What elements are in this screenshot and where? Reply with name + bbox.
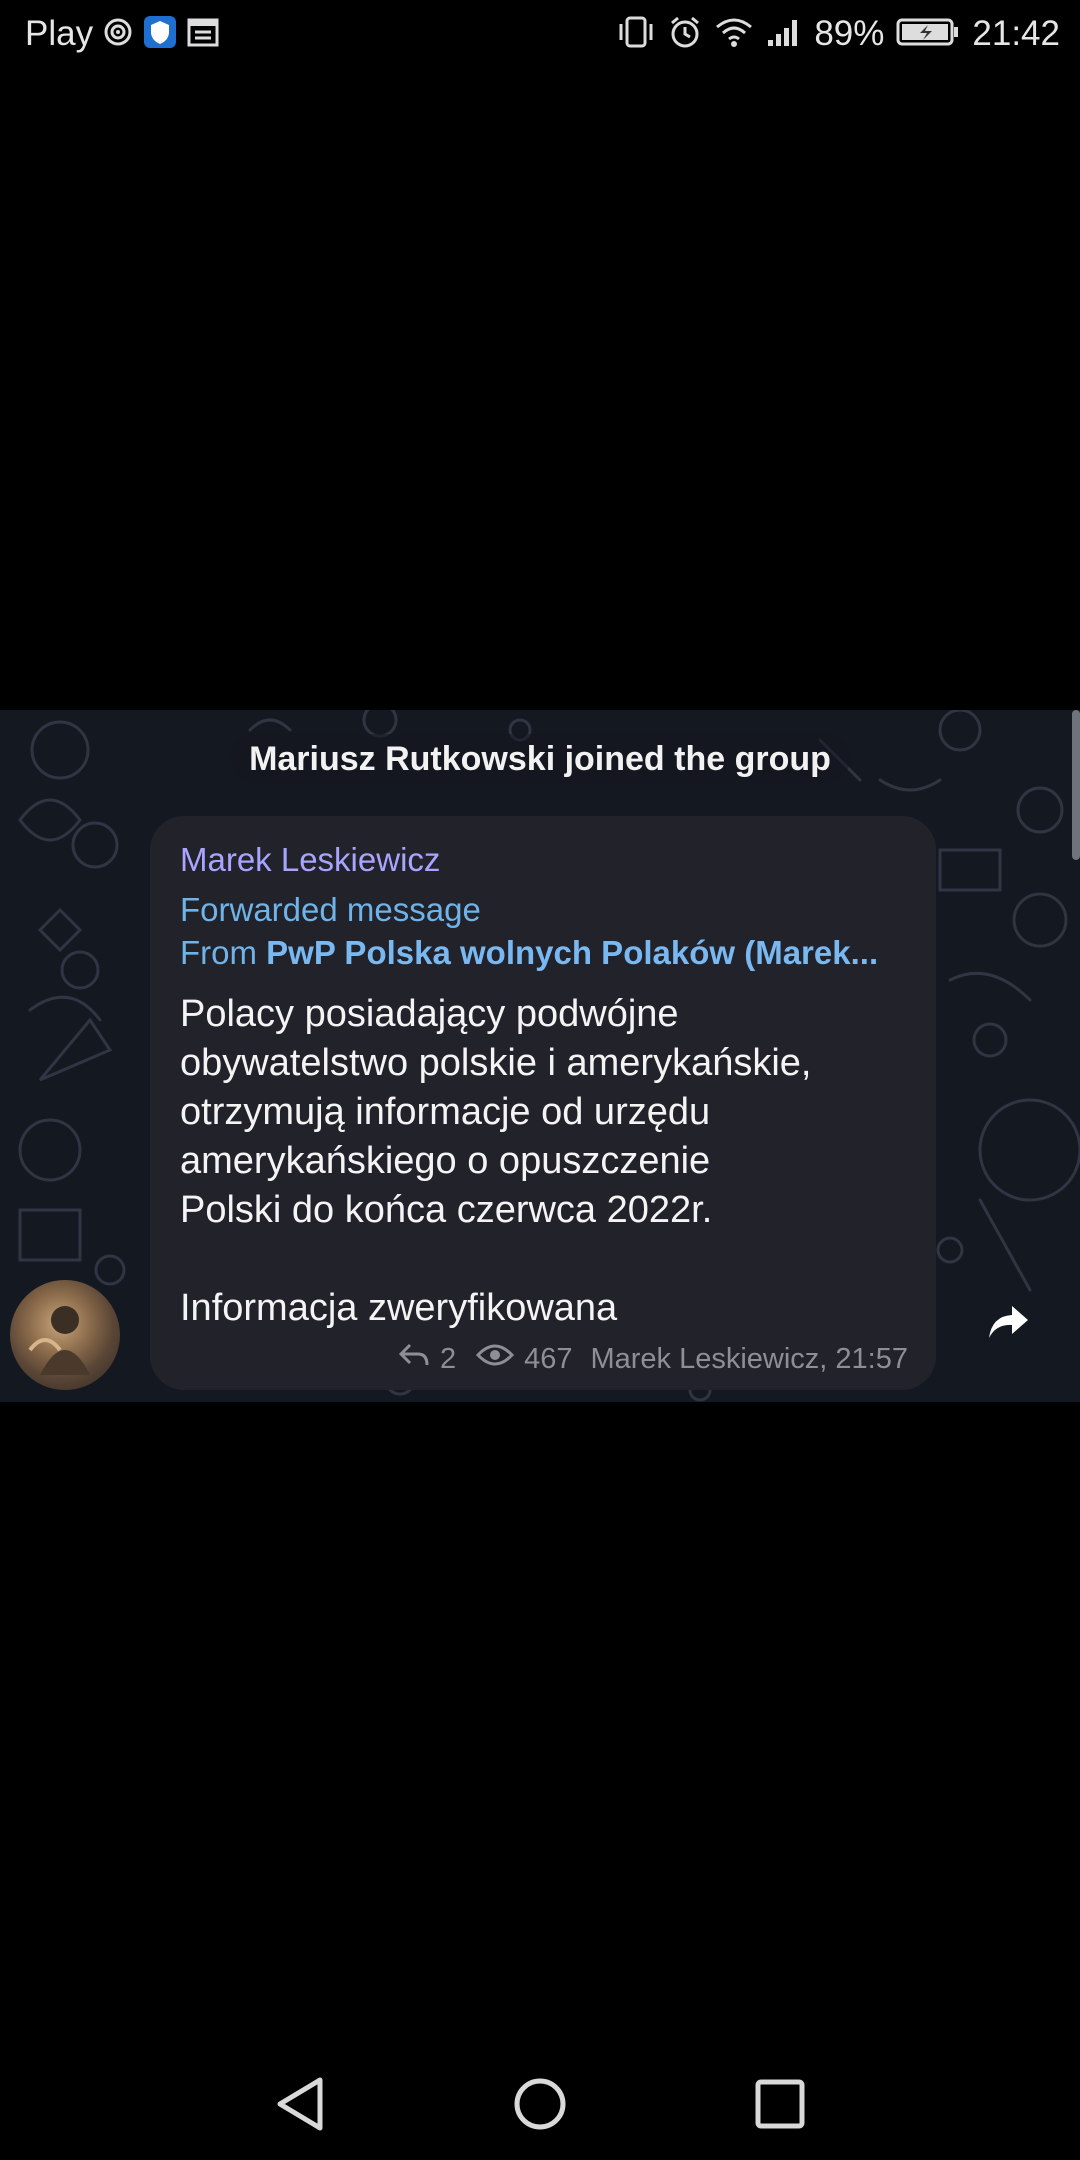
navigation-bar bbox=[0, 2050, 1080, 2160]
signal-icon bbox=[766, 16, 802, 53]
clock: 21:42 bbox=[972, 14, 1060, 53]
forward-source[interactable]: From PwP Polska wolnych Polaków (Marek..… bbox=[180, 932, 906, 974]
status-bar: Play 89% 21:42 bbox=[0, 0, 1080, 76]
scroll-indicator bbox=[1072, 710, 1080, 860]
vibrate-icon bbox=[616, 16, 656, 53]
battery-percentage: 89% bbox=[814, 14, 885, 53]
message-text: Polacy posiadający podwójne obywatelstwo… bbox=[180, 993, 812, 1329]
chat-screenshot: Mariusz Rutkowski joined the group Marek… bbox=[0, 710, 1080, 1402]
message-bubble[interactable]: Marek Leskiewicz Forwarded message From … bbox=[150, 816, 936, 1390]
service-message: Mariusz Rutkowski joined the group bbox=[0, 734, 1080, 784]
join-notice: Mariusz Rutkowski joined the group bbox=[231, 734, 849, 784]
share-icon bbox=[989, 1306, 1028, 1338]
recents-icon bbox=[755, 2079, 805, 2129]
message-meta: 2 467 Marek Leskiewicz, 21:57 bbox=[398, 1342, 908, 1376]
battery-icon bbox=[896, 17, 960, 52]
eye-icon bbox=[476, 1342, 515, 1376]
avatar[interactable] bbox=[10, 1280, 120, 1390]
alarm-icon bbox=[668, 15, 702, 54]
recents-button[interactable] bbox=[740, 2064, 820, 2144]
view-count: 467 bbox=[524, 1342, 573, 1375]
reply-icon bbox=[398, 1342, 430, 1376]
sender-name[interactable]: Marek Leskiewicz bbox=[180, 840, 906, 880]
hotspot-icon bbox=[103, 17, 133, 52]
forwarded-label: Forwarded message bbox=[180, 891, 481, 928]
back-icon bbox=[277, 2077, 323, 2131]
carrier-name: Play bbox=[25, 14, 94, 53]
forward-from-prefix: From bbox=[180, 934, 267, 971]
forward-source-name[interactable]: PwP Polska wolnych Polaków (Marek... bbox=[266, 934, 878, 971]
reply-count: 2 bbox=[439, 1342, 457, 1375]
message-signature: Marek Leskiewicz, 21:57 bbox=[590, 1342, 908, 1375]
home-icon bbox=[514, 2078, 566, 2130]
share-button[interactable] bbox=[976, 1290, 1040, 1354]
shield-icon bbox=[143, 15, 177, 54]
home-button[interactable] bbox=[500, 2064, 580, 2144]
calendar-icon bbox=[187, 17, 219, 52]
back-button[interactable] bbox=[260, 2064, 340, 2144]
wifi-icon bbox=[714, 16, 754, 53]
